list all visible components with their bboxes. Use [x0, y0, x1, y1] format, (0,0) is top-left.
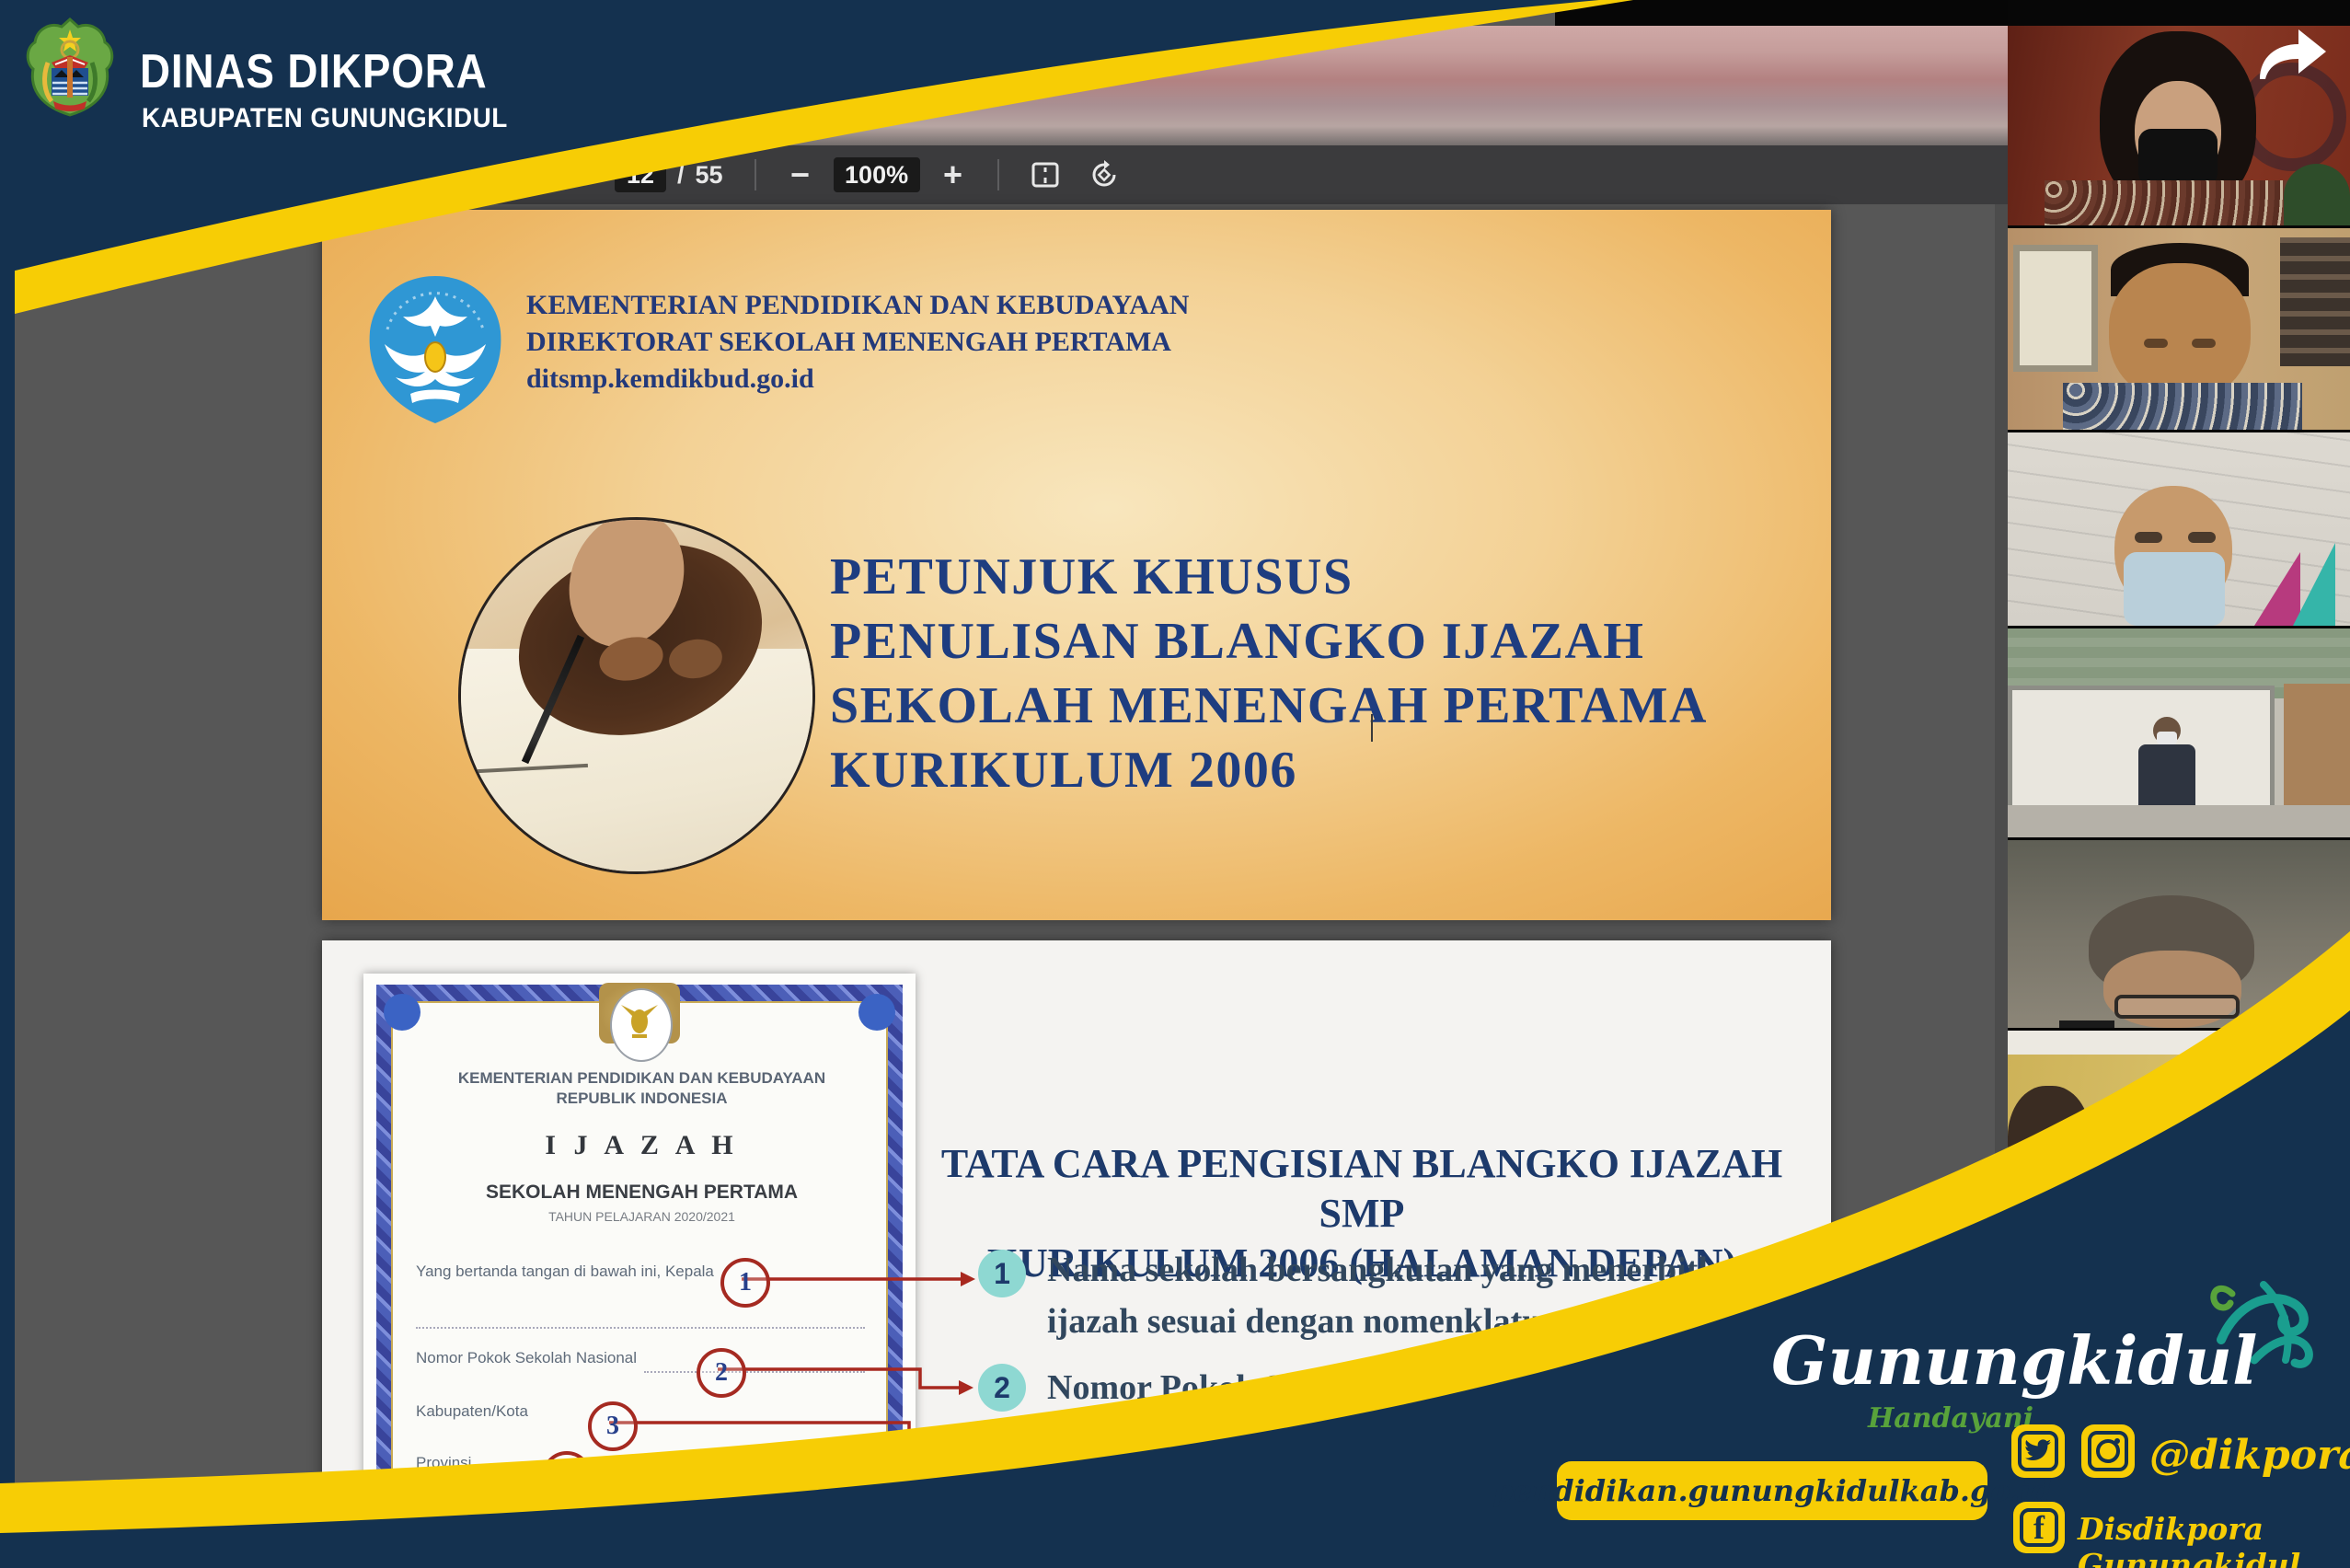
video-art: [2008, 805, 2350, 837]
video-art: [2284, 164, 2350, 225]
list-item-text: ijazah sesuai dengan nomenklatur.: [1047, 1296, 1811, 1347]
video-art: [2059, 1020, 2114, 1028]
ijazah-callout-number: 2: [697, 1348, 746, 1398]
participant-video-4[interactable]: [2008, 628, 2350, 837]
video-art: [2135, 532, 2162, 543]
ijazah-field-label: Nomor Pokok Sekolah Nasional: [416, 1349, 637, 1367]
video-art: [2118, 1095, 2258, 1202]
gunungkidul-regency-emblem-icon: [24, 17, 116, 122]
slide1-ministry-line: KEMENTERIAN PENDIDIKAN DAN KEBUDAYAAN: [526, 287, 1354, 324]
slide1-title-line2: PENULISAN BLANGKO IJAZAH: [830, 609, 1805, 674]
share-arrow-icon[interactable]: [2252, 26, 2332, 89]
ijazah-corner-medallion: [858, 994, 895, 1031]
ijazah-title: I J A Z A H: [405, 1130, 879, 1161]
list-item-text: Nama sekolah bersangkutan yang menerbitk…: [1047, 1244, 1811, 1296]
ijazah-field-label: Yang bertanda tangan di bawah ini, Kepal…: [416, 1262, 714, 1281]
ijazah-callout-number: 3: [588, 1401, 638, 1451]
video-art: [2293, 543, 2335, 626]
twitter-bird-glyph: [2018, 1431, 2058, 1471]
agency-region: KABUPATEN GUNUNGKIDUL: [142, 103, 508, 134]
zoom-out-button[interactable]: −: [780, 155, 821, 195]
slide1-title-line1: PETUNJUK KHUSUS: [830, 545, 1805, 609]
participant-video-3[interactable]: [2008, 432, 2350, 626]
instagram-camera-glyph: [2088, 1431, 2128, 1471]
rotate-icon[interactable]: [1084, 155, 1124, 195]
video-art: [2144, 339, 2168, 348]
ijazah-callout-number: 4: [542, 1451, 592, 1501]
facebook-icon[interactable]: f: [2013, 1502, 2065, 1553]
participant-video-5[interactable]: [2008, 840, 2350, 1028]
facebook-f-glyph: f: [2020, 1508, 2058, 1547]
social-handle: @dikpora_gk: [2149, 1432, 2350, 1479]
ijazah-corner-medallion: [384, 994, 420, 1031]
page-number-input[interactable]: 12: [615, 157, 666, 192]
list-item-number: 2: [978, 1364, 1026, 1412]
list-item-text: Nomor Pokok Sekolah Nasional (NPSN): [1047, 1362, 1811, 1413]
slide1-title-line4: KURIKULUM 2006: [830, 738, 1805, 802]
participant-video-2[interactable]: [2008, 228, 2350, 430]
zoom-in-button[interactable]: +: [933, 155, 973, 195]
video-art: [2280, 237, 2350, 366]
fit-page-icon[interactable]: [1025, 155, 1066, 195]
text-cursor-pointer: [1371, 714, 1373, 742]
list-item-number: 1: [978, 1250, 1026, 1297]
video-art: [2008, 1031, 2350, 1055]
garuda-emblem-icon: [610, 988, 673, 1062]
video-art: [2114, 995, 2240, 1019]
facebook-name: Disdikpora Gunungkidul: [2078, 1511, 2350, 1568]
instagram-icon[interactable]: [2081, 1424, 2135, 1478]
ijazah-field-note: menerangkan bahwa: [788, 1459, 934, 1478]
video-art: [2124, 552, 2225, 626]
ijazah-ministry-line2: REPUBLIK INDONESIA: [405, 1090, 879, 1108]
video-art: [2188, 532, 2216, 543]
video-art: [2138, 744, 2195, 805]
meeting-screenshot: 12 / 55 − 100% +: [0, 0, 2350, 1568]
video-art: [2192, 339, 2216, 348]
video-art: [2063, 383, 2302, 430]
slide1-title-line3: SEKOLAH MENENGAH PERTAMA: [830, 674, 1805, 738]
toolbar-divider: [755, 159, 756, 190]
slide1-website-line: ditsmp.kemdikbud.go.id: [526, 361, 1354, 398]
agency-name: DINAS DIKPORA: [140, 44, 488, 99]
ijazah-ministry-line1: KEMENTERIAN PENDIDIKAN DAN KEBUDAYAAN: [405, 1069, 879, 1088]
toolbar-divider: [997, 159, 999, 190]
page-count-label: 55: [696, 161, 723, 190]
video-art: [2138, 129, 2218, 186]
list-item-number: 3: [978, 1469, 1026, 1516]
page-separator: /: [677, 161, 685, 190]
video-art: [2157, 732, 2177, 744]
ijazah-year: TAHUN PELAJARAN 2020/2021: [405, 1209, 879, 1224]
website-banner: pendidikan.gunungkidulkab.go.id: [1557, 1461, 1987, 1520]
ijazah-field-line: [416, 1325, 865, 1329]
ijazah-subtitle: SEKOLAH MENENGAH PERTAMA: [405, 1182, 879, 1204]
footer-brand: Gunungkidul: [1771, 1321, 2231, 1400]
ijazah-field-label: Provinsi: [416, 1454, 471, 1472]
twitter-icon[interactable]: [2011, 1424, 2065, 1478]
tut-wuri-handayani-logo-icon: [366, 272, 504, 432]
zoom-level-input[interactable]: 100%: [834, 157, 920, 192]
writing-hand-photo: [458, 517, 815, 874]
ijazah-field-label: Kabupaten/Kota: [416, 1402, 528, 1421]
video-art: [2109, 263, 2251, 401]
slide-page-12: KEMENTERIAN PENDIDIKAN DAN KEBUDAYAAN DI…: [322, 210, 1831, 920]
video-art: [2045, 180, 2321, 225]
slide1-directorate-line: DIREKTORAT SEKOLAH MENENGAH PERTAMA: [526, 324, 1354, 361]
ijazah-field-line: [644, 1369, 865, 1373]
video-art: [2008, 1086, 2091, 1196]
slide2-title-line1: TATA CARA PENGISIAN BLANGKO IJAZAH SMP: [934, 1139, 1790, 1239]
ijazah-callout-number: 1: [720, 1258, 770, 1308]
participant-video-6[interactable]: [2008, 1031, 2350, 1261]
list-item-text: mencoret): [1047, 1513, 1811, 1564]
pdf-toolbar: 12 / 55 − 100% +: [0, 145, 2008, 204]
video-art: [2013, 245, 2098, 372]
